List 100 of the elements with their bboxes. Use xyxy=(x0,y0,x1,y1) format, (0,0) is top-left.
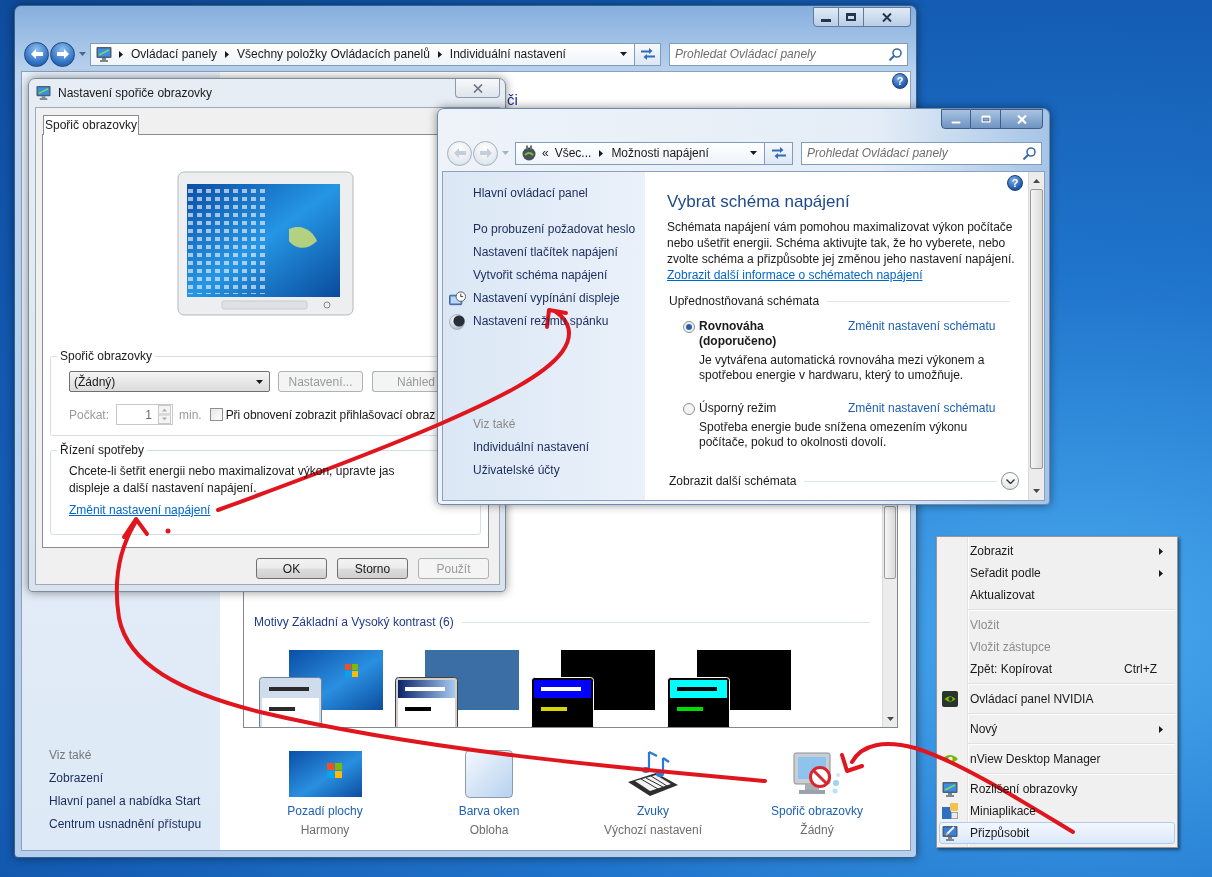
menu-item[interactable]: Aktualizovat xyxy=(939,584,1175,606)
breadcrumb[interactable]: Možnosti napájení xyxy=(608,145,712,161)
forward-button[interactable] xyxy=(50,41,75,67)
scroll-down-arrow-icon[interactable] xyxy=(1033,489,1040,493)
setting-link[interactable]: Barva oken xyxy=(458,803,520,819)
dropdown-arrow-icon[interactable] xyxy=(256,379,263,384)
theme-preview-drawing[interactable] xyxy=(395,650,521,727)
group-title: Řízení spotřeby xyxy=(59,443,146,457)
sidebar-link[interactable]: Centrum usnadnění přístupu xyxy=(49,813,202,836)
expand-button[interactable] xyxy=(1001,472,1019,490)
plan-name[interactable]: Rovnováha (doporučeno) xyxy=(699,319,819,349)
right-arrow-icon xyxy=(56,49,69,59)
address-bar[interactable]: Ovládací panely Všechny položky Ovládacích panelů Individuální nastavení xyxy=(90,42,635,66)
menu-item[interactable]: nView Desktop Manager xyxy=(939,748,1175,770)
sidebar-link[interactable]: Zobrazení xyxy=(49,767,104,790)
theme-preview-drawing[interactable] xyxy=(531,650,657,727)
monitor-prohibited-icon[interactable] xyxy=(793,752,841,796)
search-field[interactable]: Prohledat Ovládací panely xyxy=(669,42,908,66)
breadcrumb-overflow-button[interactable]: « xyxy=(539,145,552,161)
search-field[interactable]: Prohledat Ovládací panely xyxy=(801,141,1042,165)
close-button[interactable] xyxy=(1001,109,1043,129)
sidebar-link[interactable]: Individuální nastavení xyxy=(473,436,590,459)
clock-monitor-icon[interactable] xyxy=(449,290,466,307)
dropdown-arrow-icon[interactable] xyxy=(750,151,757,155)
scrollbar-thumb[interactable] xyxy=(884,506,896,579)
radio-button[interactable] xyxy=(683,403,695,415)
sidebar-link[interactable]: Hlavní ovládací panel xyxy=(473,182,588,205)
refresh-button[interactable] xyxy=(765,141,793,165)
scrollbar-thumb[interactable] xyxy=(1030,189,1043,469)
maximize-icon xyxy=(980,115,991,123)
breadcrumb[interactable]: Individuální nastavení xyxy=(446,46,569,62)
moon-icon[interactable] xyxy=(449,313,465,330)
sidebar-link[interactable]: Nastavení tlačítek napájení xyxy=(473,241,618,264)
maximize-icon xyxy=(846,13,856,21)
setting-link[interactable]: Pozadí plochy xyxy=(287,803,363,819)
sidebar-link[interactable]: Nastavení vypínání displeje xyxy=(473,287,620,310)
dialog-button[interactable]: Storno xyxy=(337,558,408,579)
checkbox[interactable] xyxy=(209,408,223,421)
wallpaper-icon[interactable] xyxy=(288,751,362,797)
sidebar-link[interactable]: Hlavní panel a nabídka Start xyxy=(49,790,201,813)
maximize-button[interactable] xyxy=(971,109,1001,129)
sidebar-link[interactable]: Po probuzení požadovat heslo xyxy=(473,218,636,241)
breadcrumb-arrow-icon[interactable] xyxy=(437,50,442,58)
radio-button[interactable] xyxy=(683,321,695,333)
info-link[interactable]: Zobrazit další informace o schématech napájení xyxy=(667,267,923,283)
menu-item[interactable]: Nový xyxy=(939,718,1175,740)
scroll-up-arrow-icon[interactable] xyxy=(1033,179,1040,183)
music-keyboard-icon[interactable] xyxy=(627,750,679,798)
more-plans-label: Zobrazit další schémata xyxy=(668,473,797,489)
maximize-button[interactable] xyxy=(839,7,864,27)
left-arrow-icon xyxy=(30,49,43,59)
menu-item[interactable]: Miniaplikace xyxy=(939,800,1175,822)
setting-link[interactable]: Spořič obrazovky xyxy=(770,803,863,819)
checkbox-label[interactable]: Při obnovení zobrazit přihlašovací obraz xyxy=(225,407,436,422)
setting-value: Obloha xyxy=(469,822,509,838)
breadcrumb-arrow-icon[interactable] xyxy=(119,50,123,58)
setting-link[interactable]: Zvuky xyxy=(637,803,669,819)
group-title: Spořič obrazovky xyxy=(59,349,154,363)
breadcrumb-arrow-icon[interactable] xyxy=(225,50,230,58)
tab[interactable]: Spořič obrazovky xyxy=(43,115,139,135)
plan-name[interactable]: Úsporný režim xyxy=(699,401,819,416)
screensaver-dropdown[interactable]: (Žádný) xyxy=(69,371,270,392)
close-button[interactable] xyxy=(864,7,911,27)
window-title: Nastavení spořiče obrazovky xyxy=(58,85,213,101)
menu-item[interactable]: Ovládací panel NVIDIA xyxy=(939,688,1175,710)
change-plan-link[interactable]: Změnit nastavení schématu xyxy=(848,319,996,334)
minimize-button[interactable] xyxy=(813,7,839,27)
change-power-settings-link[interactable]: Změnit nastavení napájení xyxy=(69,502,211,518)
sidebar-link[interactable]: Vytvořit schéma napájení xyxy=(473,264,608,287)
sidebar-link[interactable]: Uživatelské účty xyxy=(473,459,560,482)
dropdown-arrow-icon[interactable] xyxy=(620,52,627,56)
search-icon[interactable] xyxy=(1023,146,1036,160)
refresh-icon xyxy=(770,146,787,160)
breadcrumb[interactable]: Všec... xyxy=(551,145,595,161)
monitor-icon xyxy=(36,85,51,100)
refresh-button[interactable] xyxy=(635,42,661,66)
scrollbar[interactable] xyxy=(1028,172,1044,500)
address-bar[interactable]: « Všec... Možnosti napájení xyxy=(515,141,765,165)
setting-value: Výchozí nastavení xyxy=(603,822,703,838)
change-plan-link[interactable]: Změnit nastavení schématu xyxy=(848,401,996,416)
theme-preview-drawing[interactable] xyxy=(667,650,793,727)
setting-value: Žádný xyxy=(800,822,834,838)
right-arrow-icon xyxy=(479,148,492,158)
intro-text: Schémata napájení vám pomohou maximalizovat výkon počítače nebo ušetřit energii. Schéma aktivujte tak, že ho vyberete, nebo zvolte schéma a přizpůsobte jej změnou jeho nastavení napájení. xyxy=(667,219,1016,267)
breadcrumb[interactable]: Ovládací panely xyxy=(128,46,221,62)
scroll-down-arrow-icon[interactable] xyxy=(886,717,894,721)
theme-group-title: Motivy Základní a Vysoký kontrast (6) xyxy=(254,614,454,630)
menu-item[interactable]: Zpět: Kopírovat Ctrl+Z xyxy=(939,658,1175,680)
menu-item[interactable]: Přizpůsobit xyxy=(939,822,1175,844)
dialog-button[interactable]: OK xyxy=(256,558,327,579)
breadcrumb[interactable]: Všechny položky Ovládacích panelů xyxy=(234,46,433,62)
back-button[interactable] xyxy=(24,41,49,67)
color-swatch-icon[interactable] xyxy=(465,750,513,798)
theme-preview-drawing[interactable] xyxy=(259,650,385,727)
menu-item[interactable]: Zobrazit xyxy=(939,540,1175,562)
see-also-heading: Viz také xyxy=(49,747,92,764)
breadcrumb-arrow-icon[interactable] xyxy=(599,149,604,157)
search-icon[interactable] xyxy=(889,47,902,61)
plug-icon xyxy=(521,145,537,161)
menu-item[interactable]: Seřadit podle xyxy=(939,562,1175,584)
